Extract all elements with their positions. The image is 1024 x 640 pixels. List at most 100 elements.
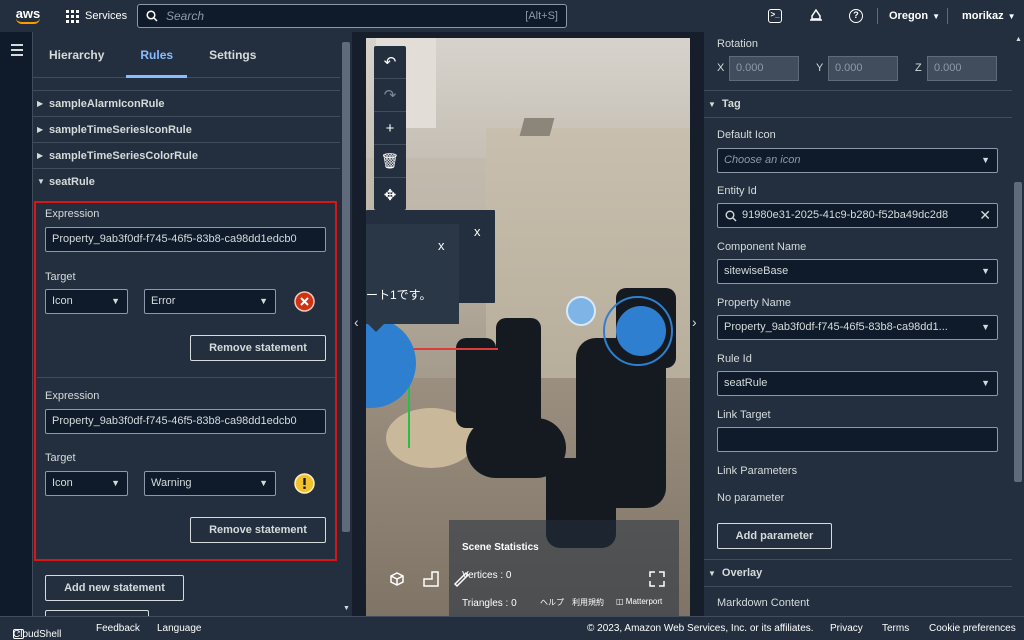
search-input[interactable] <box>166 9 526 23</box>
caret-down-icon: ▼ <box>259 478 268 488</box>
copyright-text: © 2023, Amazon Web Services, Inc. or its… <box>587 623 814 634</box>
notifications-button[interactable] <box>809 0 823 32</box>
entity-id-input[interactable]: 91980e31-2025-41c9-b280-f52ba49dc2d8 ✕ <box>717 203 998 228</box>
region-selector[interactable]: Oregon ▼ <box>889 0 940 32</box>
add-new-statement-button[interactable]: Add new statement <box>45 575 184 601</box>
scrollbar-thumb[interactable] <box>342 42 350 532</box>
default-icon-select[interactable]: Choose an icon ▼ <box>717 148 998 173</box>
tag-marker[interactable] <box>616 306 666 356</box>
rule-id-select[interactable]: seatRule ▼ <box>717 371 998 396</box>
caret-right-icon: ▶ <box>37 125 44 134</box>
terms-link[interactable]: Terms <box>882 623 909 634</box>
cloudshell-button[interactable]: >_ <box>768 0 782 32</box>
grid-icon <box>66 9 79 23</box>
undo-icon[interactable]: ↶ <box>374 46 406 79</box>
component-name-label: Component Name <box>717 241 807 253</box>
chevron-right-icon[interactable]: › <box>692 314 697 330</box>
feedback-link[interactable]: Feedback <box>96 623 140 634</box>
scroll-down-icon[interactable]: ▼ <box>343 605 350 612</box>
property-name-label: Property Name <box>717 297 791 309</box>
tab-rules[interactable]: Rules <box>126 32 187 78</box>
rule-item-sample-time-series-icon[interactable]: ▶ sampleTimeSeriesIconRule <box>33 116 340 142</box>
caret-down-icon: ▼ <box>981 155 990 165</box>
language-link[interactable]: Language <box>157 623 202 634</box>
global-search[interactable]: [Alt+S] <box>137 4 567 28</box>
help-link[interactable]: ヘルプ <box>540 597 564 608</box>
entity-id-label: Entity Id <box>717 185 757 197</box>
tag-section-header[interactable]: ▼ Tag <box>704 90 1012 118</box>
expression-input[interactable]: Property_9ab3f0df-f745-46f5-83b8-ca98dd1… <box>45 409 326 434</box>
chevron-left-icon[interactable]: ‹ <box>354 314 359 330</box>
rule-item-sample-time-series-color[interactable]: ▶ sampleTimeSeriesColorRule <box>33 142 340 168</box>
panel-tabs: Hierarchy Rules Settings <box>33 32 340 78</box>
help-icon: ? <box>849 9 863 23</box>
caret-down-icon: ▼ <box>708 100 716 109</box>
cloudshell-icon: >_ <box>768 9 782 23</box>
rule-item-seat-rule[interactable]: ▼ seatRule <box>33 168 340 194</box>
side-nav-toggle-bar <box>0 32 33 616</box>
matterport-logo: ◫ Matterport <box>616 597 663 606</box>
link-parameters-label: Link Parameters <box>717 465 798 477</box>
target-value-select[interactable]: Error ▼ <box>144 289 276 314</box>
clear-icon[interactable]: ✕ <box>979 204 991 227</box>
cube-icon[interactable] <box>388 570 406 588</box>
user-menu[interactable]: morikaz ▼ <box>962 0 1016 32</box>
add-icon[interactable]: + <box>374 112 406 145</box>
menu-icon[interactable] <box>11 44 23 59</box>
remove-statement-button[interactable]: Remove statement <box>190 517 326 543</box>
close-icon[interactable]: x <box>438 238 445 253</box>
target-label: Target <box>45 452 76 464</box>
error-icon <box>294 291 315 312</box>
target-value-select[interactable]: Warning ▼ <box>144 471 276 496</box>
fullscreen-icon[interactable] <box>648 570 666 588</box>
caret-down-icon: ▼ <box>708 569 716 578</box>
bell-icon <box>810 9 822 21</box>
terms-link[interactable]: 利用規約 <box>572 597 604 608</box>
tag-marker[interactable] <box>566 296 596 326</box>
cookie-preferences-link[interactable]: Cookie preferences <box>929 623 1016 634</box>
property-name-select[interactable]: Property_9ab3f0df-f745-46f5-83b8-ca98dd1… <box>717 315 998 340</box>
target-type-select[interactable]: Icon ▼ <box>45 289 128 314</box>
rotation-x-input[interactable]: 0.000 <box>729 56 799 81</box>
link-target-input[interactable] <box>717 427 998 452</box>
link-target-label: Link Target <box>717 409 771 421</box>
component-name-select[interactable]: sitewiseBase ▼ <box>717 259 998 284</box>
target-label: Target <box>45 271 76 283</box>
rule-item-sample-alarm-icon[interactable]: ▶ sampleAlarmIconRule <box>33 90 340 116</box>
floorplan-icon[interactable] <box>422 570 440 588</box>
redo-icon[interactable]: ↷ <box>374 79 406 112</box>
target-type-select[interactable]: Icon ▼ <box>45 471 128 496</box>
search-icon <box>725 210 737 222</box>
services-menu[interactable]: Services <box>66 0 127 32</box>
markdown-content-label: Markdown Content <box>717 597 810 609</box>
scene-viewport[interactable]: ↶ ↷ + 🗑 ✥ x x ート1です。 ‹ › Scene Statistic… <box>352 32 704 616</box>
rule-id-label: Rule Id <box>717 353 752 365</box>
expression-input[interactable]: Property_9ab3f0df-f745-46f5-83b8-ca98dd1… <box>45 227 326 252</box>
measure-icon[interactable] <box>452 570 470 588</box>
move-icon[interactable]: ✥ <box>374 178 406 211</box>
tab-settings[interactable]: Settings <box>209 32 256 78</box>
scrollbar-thumb[interactable] <box>1014 182 1022 482</box>
caret-right-icon: ▶ <box>37 151 44 160</box>
help-button[interactable]: ? <box>849 0 863 32</box>
add-parameter-button[interactable]: Add parameter <box>717 523 832 549</box>
highlight-box <box>34 201 337 561</box>
popup-text: ート1です。 <box>366 288 432 302</box>
scroll-up-icon[interactable]: ▲ <box>1015 36 1022 43</box>
left-panel-scrollbar[interactable]: ▼ <box>340 32 352 616</box>
privacy-link[interactable]: Privacy <box>830 623 863 634</box>
caret-down-icon: ▼ <box>111 296 120 306</box>
close-icon[interactable]: x <box>474 224 481 239</box>
right-panel-scrollbar[interactable]: ▲ <box>1012 32 1024 616</box>
aws-logo[interactable]: aws <box>8 0 48 32</box>
no-parameter-text: No parameter <box>717 492 785 504</box>
overlay-section-header[interactable]: ▼ Overlay <box>704 559 1012 587</box>
scene-toolbar: ↶ ↷ + 🗑 ✥ <box>374 46 406 210</box>
remove-statement-button[interactable]: Remove statement <box>190 335 326 361</box>
caret-down-icon: ▼ <box>981 266 990 276</box>
rotation-y-input[interactable]: 0.000 <box>828 56 898 81</box>
delete-icon[interactable]: 🗑 <box>374 145 406 178</box>
rules-panel: Hierarchy Rules Settings ▶ sampleAlarmIco… <box>33 32 340 616</box>
rotation-z-input[interactable]: 0.000 <box>927 56 997 81</box>
tab-hierarchy[interactable]: Hierarchy <box>49 32 104 78</box>
